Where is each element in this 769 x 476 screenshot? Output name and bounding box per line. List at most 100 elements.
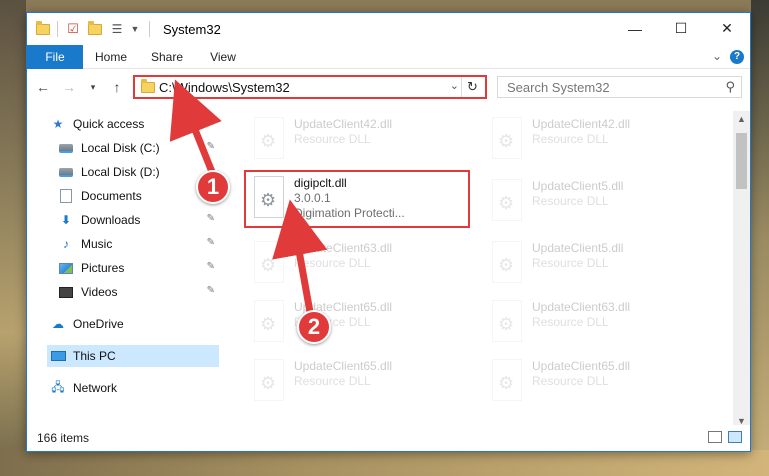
pin-icon[interactable]: ✎ (207, 285, 215, 296)
sidebar-item-pictures[interactable]: Pictures ✎ (57, 257, 219, 279)
refresh-icon[interactable]: ↻ (461, 77, 483, 97)
sidebar-item-downloads[interactable]: ⬇ Downloads ✎ (57, 209, 219, 231)
list-item[interactable]: ⚙ UpdateClient5.dll Resource DLL (482, 173, 712, 231)
folder-icon (35, 20, 51, 37)
list-item[interactable]: ⚙ UpdateClient63.dll Resource DLL (244, 235, 474, 293)
scrollbar-thumb[interactable] (736, 133, 747, 189)
back-arrow-icon[interactable]: ← (33, 77, 53, 97)
step-2-badge: 2 (297, 310, 331, 344)
sidebar-item-videos[interactable]: Videos ✎ (57, 281, 219, 303)
this-pc-icon (49, 349, 67, 363)
desktop-background-right (751, 0, 769, 476)
file-list: ⚙ UpdateClient42.dll Resource DLL ⚙ digi… (227, 111, 732, 419)
sidebar-item-onedrive[interactable]: ☁ OneDrive (49, 313, 219, 335)
customize-toolbar-icon[interactable]: ☰ (109, 21, 125, 37)
pictures-icon (57, 261, 75, 275)
sidebar-item-network[interactable]: 🖧 Network (49, 377, 219, 399)
dll-file-icon: ⚙ (488, 117, 526, 161)
address-path[interactable]: C:\Windows\System32 (159, 80, 290, 95)
status-bar: 166 items (27, 425, 750, 451)
sidebar-item-label: Local Disk (C:) (81, 141, 160, 155)
tab-file[interactable]: File (27, 45, 83, 69)
minimize-button[interactable]: — (612, 13, 658, 44)
search-icon[interactable]: ⚲ (725, 79, 735, 95)
dll-file-icon: ⚙ (488, 241, 526, 285)
sidebar-item-label: Downloads (81, 213, 141, 227)
dll-file-icon: ⚙ (250, 241, 288, 285)
dll-file-icon: ⚙ (488, 300, 526, 344)
music-icon: ♪ (63, 237, 69, 251)
sidebar-item-label: Quick access (73, 117, 145, 131)
tab-view[interactable]: View (195, 45, 251, 69)
new-folder-icon[interactable] (87, 20, 103, 37)
explorer-window: ☑ ☰ ▼ System32 — ☐ ✕ File Home Share Vie… (26, 12, 751, 452)
recent-locations-icon[interactable]: ▾ (83, 77, 103, 97)
dll-file-icon: ⚙ (250, 300, 288, 344)
vertical-scrollbar[interactable]: ▲ ▼ (733, 111, 750, 429)
sidebar-item-label: Music (81, 237, 113, 251)
sidebar-item-label: Pictures (81, 261, 125, 275)
videos-icon (57, 285, 75, 299)
list-item[interactable]: ⚙ UpdateClient5.dll Resource DLL (482, 235, 712, 293)
search-input[interactable]: Search System32 (507, 80, 610, 95)
chevron-down-icon[interactable]: ⌄ (712, 49, 722, 63)
drive-icon (57, 141, 75, 155)
chevron-down-icon[interactable]: ▼ (127, 21, 143, 37)
large-icons-view-icon[interactable] (728, 431, 742, 443)
dll-file-icon: ⚙ (488, 179, 526, 223)
sidebar-item-music[interactable]: ♪ Music ✎ (57, 233, 219, 255)
chevron-down-icon[interactable]: ⌄ (450, 79, 459, 92)
drive-icon (57, 165, 75, 179)
maximize-button[interactable]: ☐ (658, 13, 704, 44)
pin-icon[interactable]: ✎ (207, 237, 215, 248)
sidebar-item-documents[interactable]: Documents ✎ (57, 185, 219, 207)
sidebar-item-local-disk-c[interactable]: Local Disk (C:) ✎ (57, 137, 219, 159)
network-icon: 🖧 (51, 379, 65, 394)
list-item[interactable]: ⚙ UpdateClient63.dll Resource DLL (482, 294, 712, 352)
close-button[interactable]: ✕ (704, 13, 750, 44)
scroll-up-icon[interactable]: ▲ (733, 111, 750, 127)
pin-icon[interactable]: ✎ (207, 213, 215, 224)
star-icon: ★ (52, 117, 64, 131)
documents-icon (57, 189, 75, 203)
sidebar-item-label: Local Disk (D:) (81, 165, 160, 179)
navigation-pane: ★ Quick access Local Disk (C:) ✎ Local D… (27, 111, 219, 419)
pin-icon[interactable]: ✎ (207, 261, 215, 272)
dll-file-icon: ⚙ (250, 117, 288, 161)
details-view-icon[interactable] (708, 431, 722, 443)
window-title: System32 (163, 22, 221, 37)
folder-icon (141, 79, 155, 93)
file-highlight-box (244, 170, 470, 228)
help-icon[interactable]: ? (730, 50, 744, 64)
properties-icon[interactable]: ☑ (65, 21, 81, 37)
step-1-badge: 1 (196, 170, 230, 204)
search-box[interactable]: Search System32 ⚲ (497, 76, 742, 98)
desktop-background-left (0, 0, 26, 476)
onedrive-icon: ☁ (52, 317, 64, 331)
sidebar-item-label: Network (73, 381, 118, 395)
pin-icon[interactable]: ✎ (207, 141, 215, 152)
sidebar-item-label: OneDrive (73, 317, 124, 331)
desktop-background-bottom (0, 450, 769, 476)
tab-share[interactable]: Share (139, 45, 195, 69)
address-bar[interactable]: C:\Windows\System32 ⌄ ↻ (133, 75, 487, 99)
forward-arrow-icon[interactable]: → (59, 77, 79, 97)
tab-home[interactable]: Home (83, 45, 139, 69)
toolbar-divider (149, 21, 150, 37)
sidebar-item-quick-access[interactable]: ★ Quick access (49, 113, 219, 135)
list-item[interactable]: ⚙ UpdateClient65.dll Resource DLL (244, 294, 474, 352)
dll-file-icon: ⚙ (250, 359, 288, 403)
list-item[interactable]: ⚙ UpdateClient42.dll Resource DLL (244, 111, 474, 169)
list-item[interactable]: ⚙ UpdateClient65.dll Resource DLL (244, 353, 474, 411)
sidebar-item-local-disk-d[interactable]: Local Disk (D:) ✎ (57, 161, 219, 183)
sidebar-item-label: Videos (81, 285, 118, 299)
sidebar-item-this-pc[interactable]: This PC (47, 345, 219, 367)
downloads-icon: ⬇ (60, 213, 72, 227)
up-arrow-icon[interactable]: ↑ (107, 77, 127, 97)
list-item[interactable]: ⚙ UpdateClient42.dll Resource DLL (482, 111, 712, 169)
dll-file-icon: ⚙ (488, 359, 526, 403)
navigation-bar: ← → ▾ ↑ C:\Windows\System32 ⌄ ↻ Search S… (27, 70, 750, 104)
title-bar: ☑ ☰ ▼ System32 — ☐ ✕ (27, 13, 750, 45)
list-item[interactable]: ⚙ UpdateClient65.dll Resource DLL (482, 353, 712, 411)
sidebar-item-label: Documents (81, 189, 142, 203)
